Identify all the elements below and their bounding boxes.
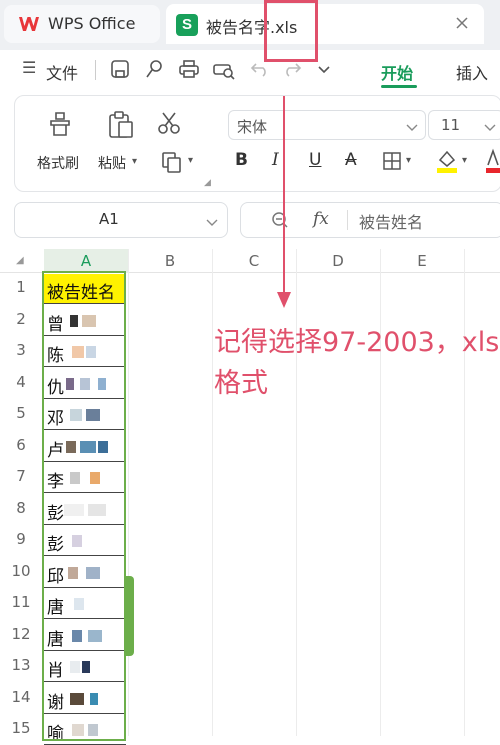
- font-color-icon[interactable]: [486, 148, 500, 174]
- row-header[interactable]: 3: [0, 341, 42, 359]
- borders-icon[interactable]: [382, 151, 402, 171]
- undo-icon[interactable]: [250, 60, 270, 78]
- column-header-a[interactable]: A: [44, 249, 128, 273]
- format-painter-label: 格式刷: [37, 156, 79, 172]
- row-header[interactable]: 4: [0, 373, 42, 391]
- fx-icon[interactable]: fx: [313, 209, 329, 229]
- annotation-text-line1: 记得选择97-2003，xls: [214, 327, 500, 358]
- row-header[interactable]: 15: [0, 719, 42, 737]
- row-header[interactable]: 2: [0, 310, 42, 328]
- gridline: [212, 249, 213, 736]
- chevron-down-icon[interactable]: ▾: [462, 155, 467, 166]
- share-icon[interactable]: [144, 59, 164, 79]
- tab-label: WPS Office: [48, 14, 136, 33]
- tab-start[interactable]: 开始: [381, 60, 413, 84]
- row-header[interactable]: 10: [0, 562, 42, 580]
- formula-input[interactable]: 被告姓名: [359, 209, 423, 233]
- row-header[interactable]: 6: [0, 436, 42, 454]
- row-header[interactable]: 13: [0, 656, 42, 674]
- underline-button[interactable]: U: [309, 150, 321, 170]
- select-all-corner[interactable]: ◢: [0, 249, 42, 273]
- font-size-select[interactable]: 11: [428, 110, 500, 140]
- row-header[interactable]: 9: [0, 530, 42, 548]
- format-painter-icon[interactable]: [46, 110, 74, 138]
- dialog-launcher-icon[interactable]: ◢: [204, 178, 211, 188]
- column-header-b[interactable]: B: [128, 249, 212, 273]
- row-header[interactable]: 14: [0, 688, 42, 706]
- cell-reference: A1: [99, 210, 119, 228]
- spreadsheet-icon: S: [176, 14, 198, 36]
- chevron-down-icon[interactable]: ▾: [132, 156, 137, 167]
- strikethrough-button[interactable]: A: [345, 150, 357, 170]
- cut-icon[interactable]: [156, 110, 182, 136]
- print-preview-icon[interactable]: [212, 59, 236, 81]
- column-header-d[interactable]: D: [296, 249, 380, 273]
- annotation-arrow: [274, 96, 294, 312]
- chevron-down-icon: [405, 119, 419, 131]
- divider: [95, 60, 96, 80]
- chevron-down-icon[interactable]: ▾: [406, 155, 411, 166]
- font-name-value: 宋体: [237, 118, 268, 136]
- chevron-down-icon: [483, 119, 497, 131]
- copy-icon[interactable]: [160, 150, 184, 174]
- tab-document[interactable]: S 被告名字.xls: [166, 4, 484, 44]
- fill-color-icon[interactable]: [436, 148, 458, 174]
- menu-file[interactable]: 文件: [46, 60, 78, 84]
- bold-button[interactable]: B: [235, 150, 248, 170]
- row-header[interactable]: 1: [0, 278, 42, 296]
- font-name-select[interactable]: 宋体: [228, 110, 426, 140]
- font-size-value: 11: [441, 116, 461, 134]
- corner-triangle-icon: ◢: [16, 255, 24, 266]
- row-header[interactable]: 5: [0, 404, 42, 422]
- tab-insert[interactable]: 插入: [456, 60, 488, 84]
- name-box[interactable]: A1: [14, 202, 228, 238]
- print-icon[interactable]: [178, 59, 200, 79]
- annotation-text-line2: 格式: [214, 368, 268, 399]
- active-tab-underline: [381, 85, 417, 88]
- tab-wps-office[interactable]: WPS Office: [4, 5, 160, 43]
- row-header[interactable]: 7: [0, 467, 42, 485]
- column-header-e[interactable]: E: [380, 249, 464, 273]
- redo-icon[interactable]: [282, 60, 302, 78]
- save-icon[interactable]: [110, 59, 130, 79]
- fill-handle[interactable]: [126, 576, 134, 656]
- row-header[interactable]: 12: [0, 625, 42, 643]
- chevron-down-icon[interactable]: ▾: [188, 155, 193, 166]
- row-header[interactable]: 8: [0, 499, 42, 517]
- close-icon[interactable]: [454, 15, 470, 31]
- divider: [347, 210, 348, 230]
- chevron-down-icon: [205, 214, 219, 226]
- paste-label[interactable]: 粘贴: [98, 153, 126, 173]
- selection-border: [42, 271, 126, 741]
- annotation-highlight-box: [264, 0, 318, 62]
- paste-icon[interactable]: [106, 110, 136, 140]
- chevron-down-icon[interactable]: [316, 62, 332, 76]
- wps-logo-icon: [18, 14, 40, 34]
- menu-icon[interactable]: ☰: [22, 58, 36, 77]
- row-header[interactable]: 11: [0, 593, 42, 611]
- gridline: [128, 249, 129, 736]
